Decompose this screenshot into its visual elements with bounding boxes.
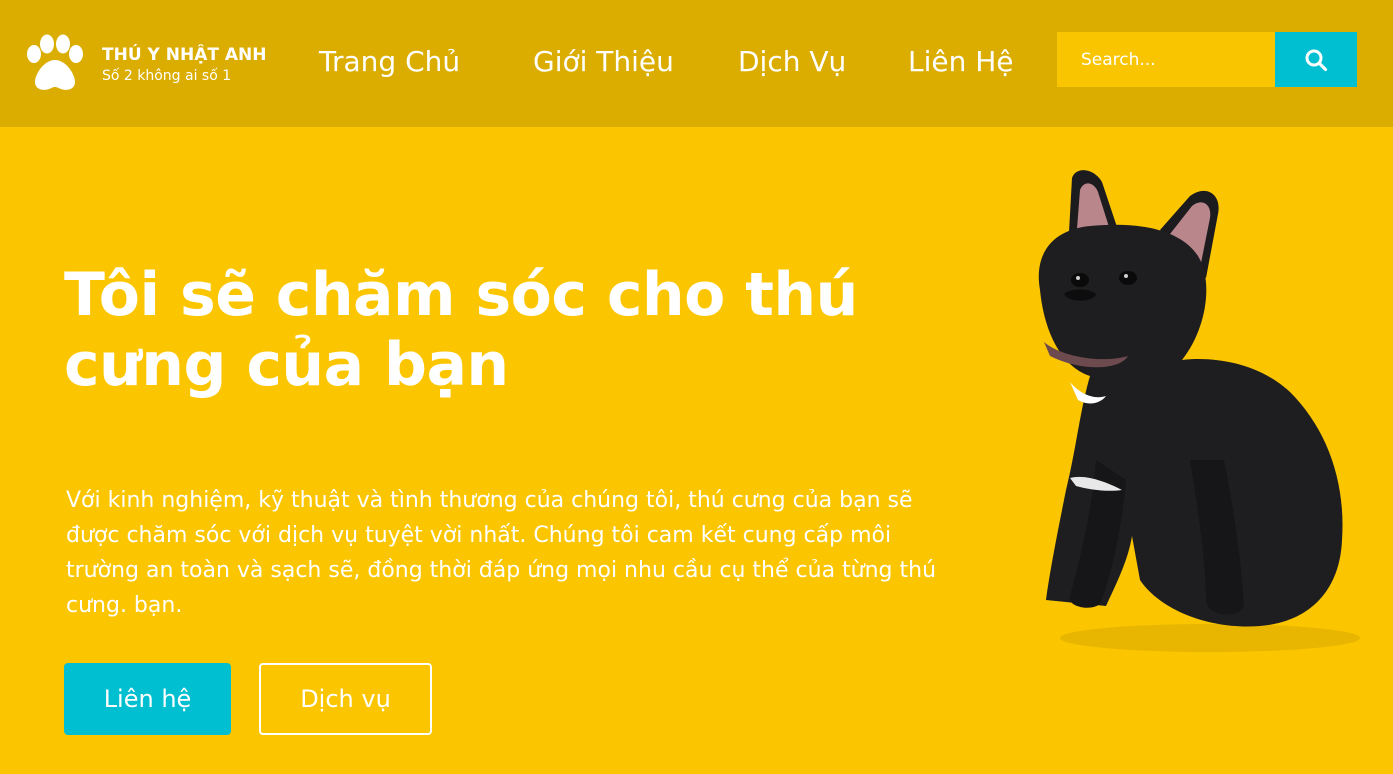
nav-item-trang-chu[interactable]: Trang Chủ <box>319 40 460 84</box>
brand-logo[interactable]: THÚ Y NHẬT ANH Số 2 không ai số 1 <box>22 32 272 92</box>
hero-description: Với kinh nghiệm, kỹ thuật và tình thương… <box>66 488 937 618</box>
services-button[interactable]: Dịch vụ <box>259 663 432 735</box>
hero-title: Tôi sẽ chăm sóc cho thú cưng của bạn <box>64 260 858 400</box>
search-bar <box>1057 32 1357 87</box>
nav-item-gioi-thieu[interactable]: Giới Thiệu <box>533 40 674 84</box>
site-header: THÚ Y NHẬT ANH Số 2 không ai số 1 Trang … <box>0 0 1393 127</box>
contact-button[interactable]: Liên hệ <box>64 663 231 735</box>
search-button[interactable] <box>1275 32 1357 87</box>
brand-text: THÚ Y NHẬT ANH Số 2 không ai số 1 <box>102 44 267 86</box>
nav-item-dich-vu[interactable]: Dịch Vụ <box>738 40 846 84</box>
search-input[interactable] <box>1057 32 1275 87</box>
search-icon <box>1305 49 1328 71</box>
paw-icon <box>27 34 83 90</box>
nav-item-lien-he[interactable]: Liên Hệ <box>908 40 1014 84</box>
brand-name: THÚ Y NHẬT ANH <box>102 45 267 65</box>
brand-tagline: Số 2 không ai số 1 <box>102 68 232 84</box>
french-bulldog-image <box>1038 170 1360 652</box>
